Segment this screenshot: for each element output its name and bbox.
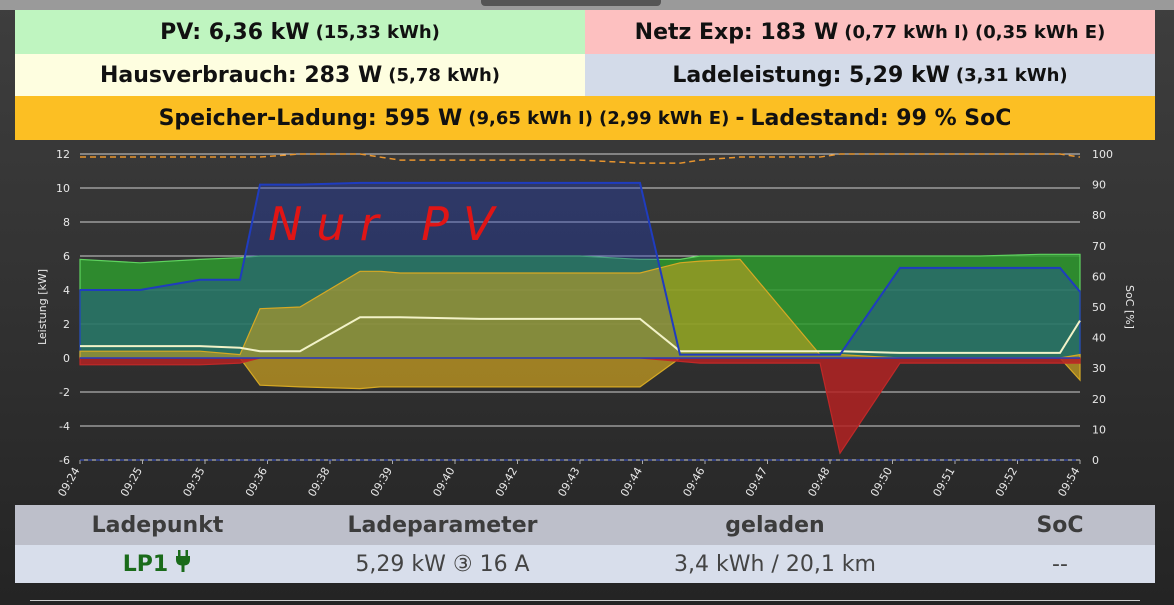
- speicher-power: Speicher-Ladung: 595 W: [158, 105, 463, 131]
- haus-energy: (5,78 kWh): [388, 64, 501, 86]
- y2-tick-label: 50: [1092, 301, 1106, 314]
- ladepunkt-name[interactable]: LP1: [123, 552, 168, 577]
- x-tick-label: 09:25: [118, 465, 145, 499]
- speicher-summary: Speicher-Ladung: 595 W (9,65 kWh I) (2,9…: [15, 96, 1155, 140]
- table-row[interactable]: LP1 5,29 kW ③ 16 A 3,4 kWh / 20,1 km --: [15, 545, 1155, 583]
- ladepunkt-table-header: Ladepunkt Ladeparameter geladen SoC: [15, 505, 1155, 545]
- y-tick-label: 4: [63, 284, 70, 297]
- y-tick-label: 6: [63, 250, 70, 263]
- haus-summary: Hausverbrauch: 283 W (5,78 kWh): [15, 54, 585, 96]
- pv-summary: PV: 6,36 kW (15,33 kWh): [15, 10, 585, 54]
- lade-energy: (3,31 kWh): [955, 64, 1068, 86]
- speicher-separator: -: [735, 105, 745, 131]
- y2-axis-label: SoC [%]: [1123, 285, 1136, 329]
- speicher-import: (9,65 kWh I): [468, 107, 593, 129]
- bottom-divider: [30, 600, 1140, 601]
- lade-power: Ladeleistung: 5,29 kW: [672, 62, 950, 88]
- x-tick-label: 09:43: [555, 465, 582, 499]
- pv-power: PV: 6,36 kW: [160, 19, 310, 45]
- x-tick-label: 09:51: [930, 465, 957, 499]
- speicher-soc: Ladestand: 99 % SoC: [750, 105, 1012, 131]
- header-ladepunkt: Ladepunkt: [91, 512, 224, 538]
- top-drawer-handle[interactable]: [481, 0, 661, 6]
- x-tick-label: 09:40: [430, 465, 457, 499]
- y2-tick-label: 80: [1092, 209, 1106, 222]
- y-tick-label: 8: [63, 216, 70, 229]
- x-tick-label: 09:54: [1055, 465, 1082, 499]
- y2-tick-label: 60: [1092, 270, 1106, 283]
- y2-tick-label: 100: [1092, 148, 1113, 161]
- x-tick-label: 09:48: [805, 465, 832, 499]
- x-tick-label: 09:47: [743, 465, 770, 499]
- soc-line: [80, 153, 1081, 164]
- y2-tick-label: 0: [1092, 454, 1099, 467]
- soc-cell: --: [1052, 551, 1068, 577]
- power-chart[interactable]: 121086420-2-4-6100908070605040302010009:…: [0, 140, 1174, 505]
- lade-summary: Ladeleistung: 5,29 kW (3,31 kWh): [585, 54, 1155, 96]
- netz-power: Netz Exp: 183 W: [634, 19, 839, 45]
- header-ladeparameter: Ladeparameter: [347, 512, 538, 538]
- ladeparameter-cell: 5,29 kW ③ 16 A: [355, 551, 530, 577]
- y2-tick-label: 20: [1092, 393, 1106, 406]
- y-tick-label: -6: [59, 454, 70, 467]
- y2-tick-label: 70: [1092, 240, 1106, 253]
- y2-tick-label: 90: [1092, 179, 1106, 192]
- ladepunkt-cell[interactable]: LP1: [15, 545, 300, 583]
- netz-export: (0,35 kWh E): [974, 21, 1106, 43]
- x-tick-label: 09:24: [55, 465, 82, 499]
- x-tick-label: 09:39: [368, 465, 395, 499]
- pv-energy: (15,33 kWh): [315, 21, 440, 43]
- speicher-export: (2,99 kWh E): [598, 107, 730, 129]
- y-tick-label: 12: [56, 148, 70, 161]
- x-tick-label: 09:35: [180, 465, 207, 499]
- y2-tick-label: 40: [1092, 332, 1106, 345]
- header-geladen: geladen: [725, 512, 825, 538]
- y2-tick-label: 10: [1092, 423, 1106, 436]
- netz-summary: Netz Exp: 183 W (0,77 kWh I) (0,35 kWh E…: [585, 10, 1155, 54]
- haus-power: Hausverbrauch: 283 W: [99, 62, 383, 88]
- header-soc: SoC: [1036, 512, 1084, 538]
- x-tick-label: 09:46: [680, 465, 707, 499]
- y-tick-label: -4: [59, 420, 70, 433]
- chart-annotation: Nur PV: [268, 197, 508, 251]
- y-axis-label: Leistung [kW]: [36, 269, 49, 345]
- x-tick-label: 09:44: [618, 465, 645, 499]
- geladen-cell: 3,4 kWh / 20,1 km: [674, 551, 876, 577]
- netz-import: (0,77 kWh I): [844, 21, 969, 43]
- y-tick-label: 2: [63, 318, 70, 331]
- x-tick-label: 09:52: [993, 465, 1020, 499]
- plug-icon: [174, 550, 192, 578]
- y-tick-label: -2: [59, 386, 70, 399]
- x-tick-label: 09:50: [868, 465, 895, 499]
- y-tick-label: 10: [56, 182, 70, 195]
- x-tick-label: 09:38: [305, 465, 332, 499]
- x-tick-label: 09:36: [243, 465, 270, 499]
- y2-tick-label: 30: [1092, 362, 1106, 375]
- y-tick-label: 0: [63, 352, 70, 365]
- x-tick-label: 09:42: [493, 465, 520, 499]
